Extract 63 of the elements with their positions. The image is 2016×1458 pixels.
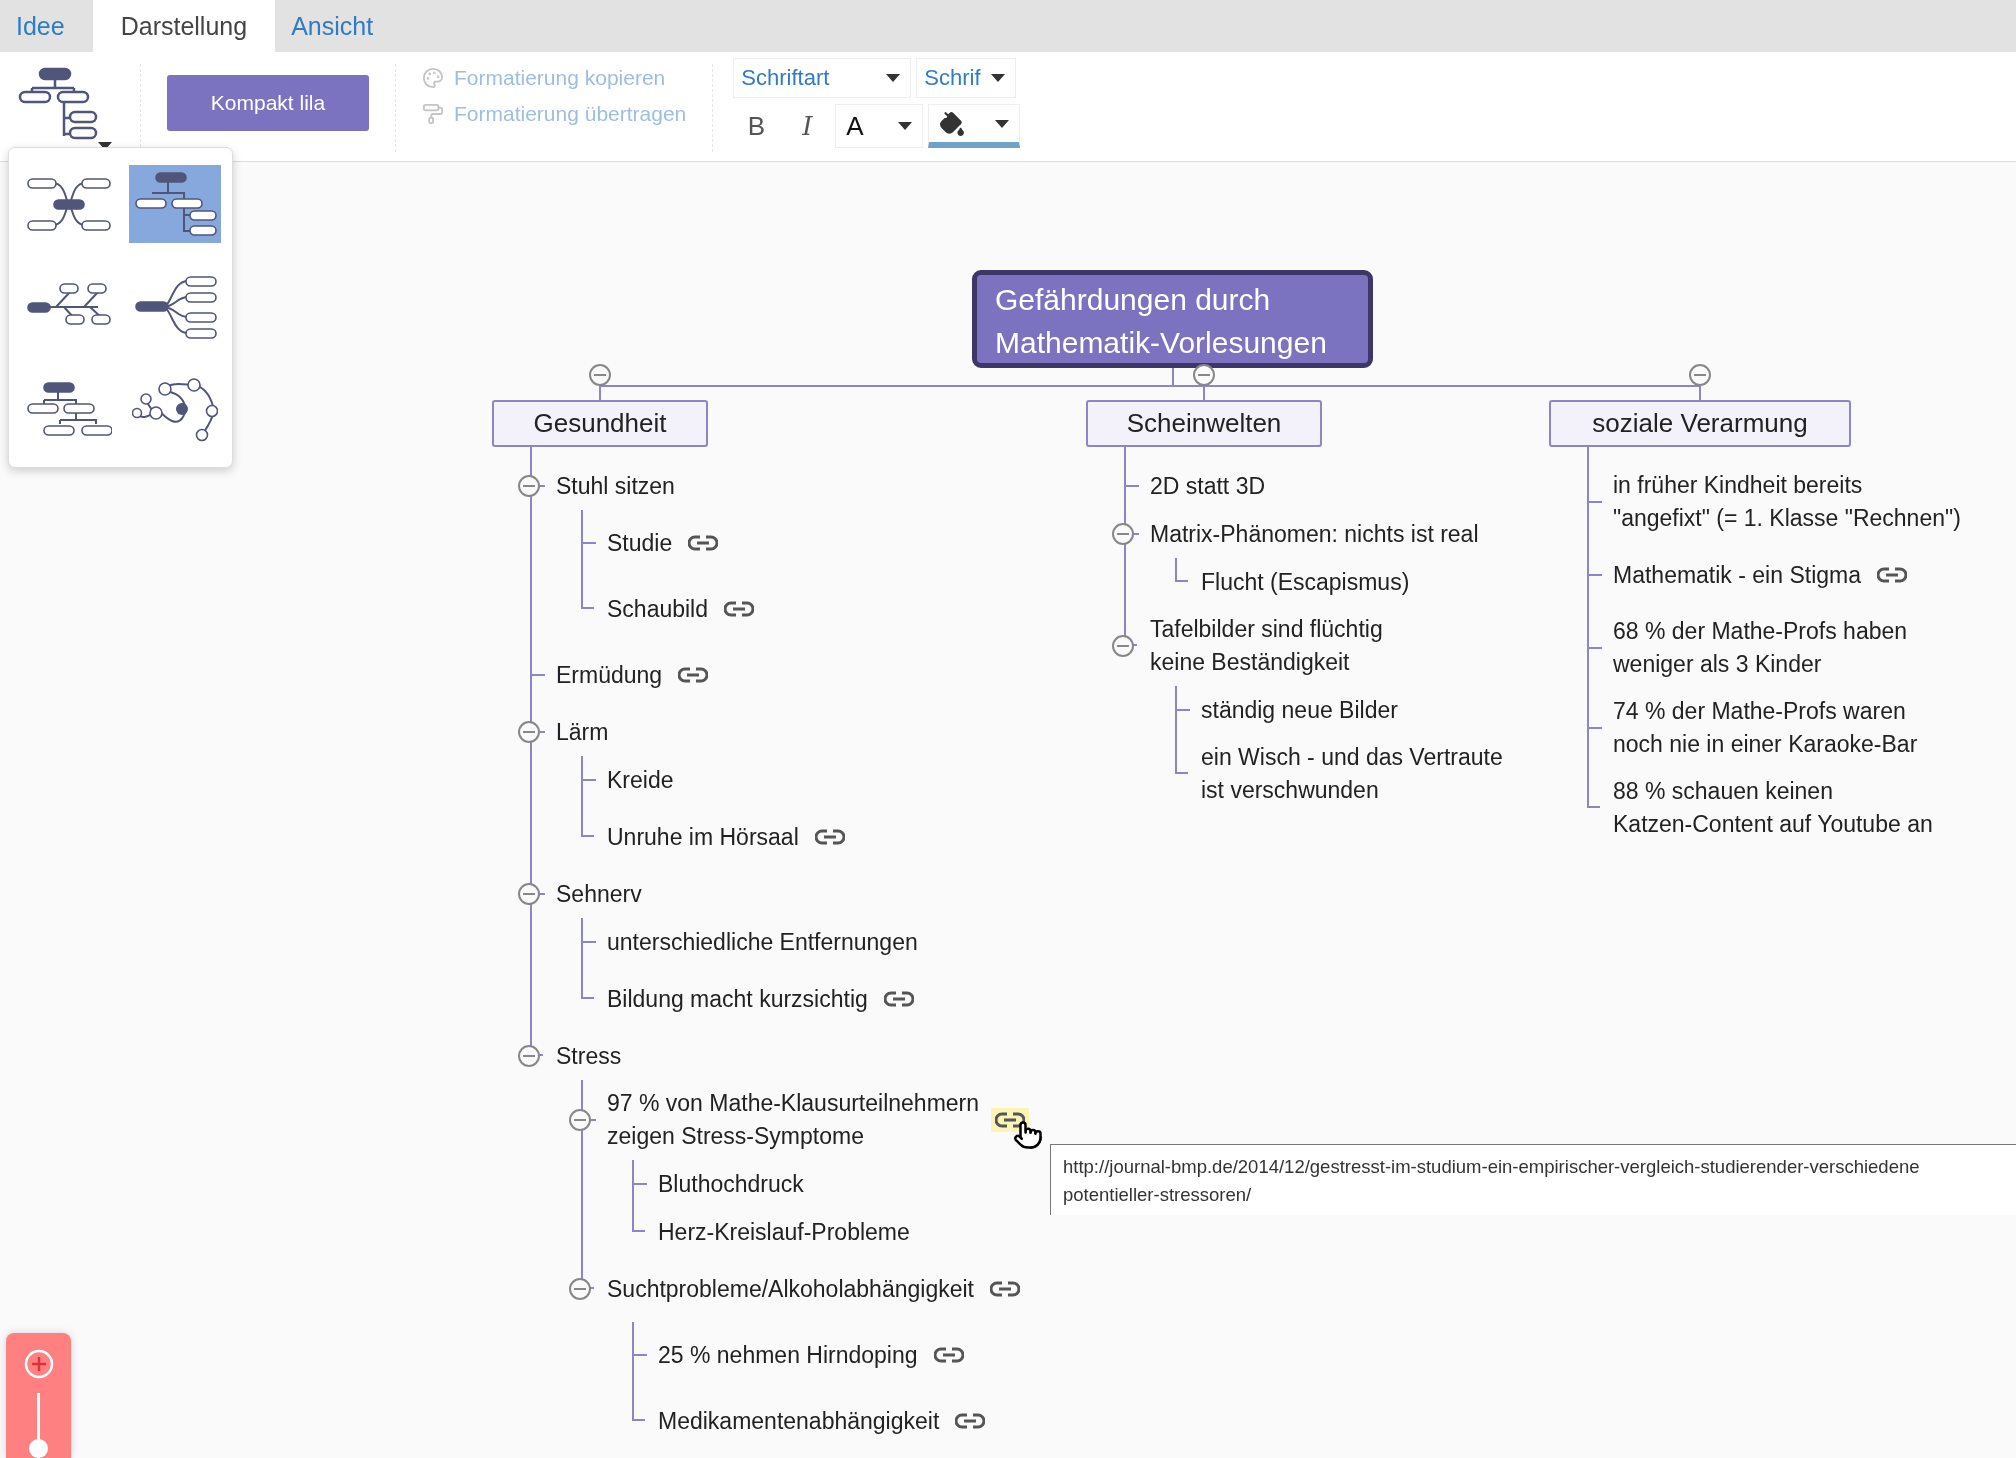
zoom-slider-thumb[interactable] xyxy=(29,1439,48,1458)
node-text[interactable]: Matrix-Phänomen: nichts ist real xyxy=(1150,517,1479,551)
branch-node[interactable]: soziale Verarmung xyxy=(1549,400,1851,447)
node-text[interactable]: 97 % von Mathe-Klausurteilnehmern zeigen Stress-Symptome xyxy=(607,1087,980,1153)
tab[interactable]: Darstellung xyxy=(92,0,276,52)
node-text[interactable]: unterschiedliche Entfernungen xyxy=(607,925,918,959)
font-size-select[interactable]: Schrif xyxy=(916,58,1017,98)
node-text[interactable]: Suchtprobleme/Alkoholabhängigkeit xyxy=(607,1272,974,1306)
palette-icon xyxy=(422,67,444,89)
link-icon[interactable] xyxy=(991,1108,1030,1132)
node-text[interactable]: Flucht (Escapismus) xyxy=(1201,565,1410,599)
node-text[interactable]: Stress xyxy=(556,1039,622,1073)
collapse-toggle[interactable] xyxy=(569,1109,591,1131)
font-family-select[interactable]: Schriftart xyxy=(733,58,912,98)
node-text[interactable]: in früher Kindheit bereits "angefixt" (= 1. Klasse "Rechnen") xyxy=(1613,469,1961,535)
node-text[interactable]: ständig neue Bilder xyxy=(1201,693,1398,727)
node-text[interactable]: Schaubild xyxy=(607,592,709,626)
collapse-toggle[interactable] xyxy=(518,1045,540,1067)
collapse-toggle[interactable] xyxy=(1112,635,1134,657)
collapse-toggle[interactable] xyxy=(1689,364,1711,386)
tooltip-text: http://journal-bmp.de/2014/12/gestresst-im-studium-ein-empirischer-vergleich-studierender-verschiedene xyxy=(1063,1155,1921,1179)
tooltip-text: potentieller-stressoren/ xyxy=(1063,1183,1253,1207)
italic-button[interactable]: I xyxy=(784,104,831,148)
paint-roller-icon xyxy=(422,103,444,125)
node-text[interactable]: 25 % nehmen Hirndoping xyxy=(658,1338,918,1372)
node-text[interactable]: Kreide xyxy=(607,763,674,797)
node-text[interactable]: 88 % schauen keinen Katzen-Content auf Youtube an xyxy=(1613,775,1933,841)
node-text[interactable]: Sehnerv xyxy=(556,877,642,911)
node-text[interactable]: 68 % der Mathe-Profs haben weniger als 3 Kinder xyxy=(1613,615,1908,681)
fill-color-button[interactable] xyxy=(928,104,1021,148)
node-text[interactable]: Herz-Kreislauf-Probleme xyxy=(658,1215,910,1249)
collapse-toggle[interactable] xyxy=(518,883,540,905)
connector-line xyxy=(1175,558,1188,582)
collapse-toggle[interactable] xyxy=(569,1278,591,1300)
collapse-toggle[interactable] xyxy=(1112,523,1134,545)
node-text[interactable]: Bildung macht kurzsichtig xyxy=(607,982,868,1016)
node-text[interactable]: Bluthochdruck xyxy=(658,1167,804,1201)
node-text[interactable]: Unruhe im Hörsaal xyxy=(607,820,799,854)
tree-layout-icon xyxy=(18,66,98,142)
node-text[interactable]: 74 % der Mathe-Profs waren noch nie in einer Karaoke-Bar xyxy=(1613,695,1918,761)
branch-node[interactable]: Scheinwelten xyxy=(1086,400,1322,447)
node-text[interactable]: Mathematik - ein Stigma xyxy=(1613,558,1861,592)
collapse-toggle[interactable] xyxy=(518,475,540,497)
node-text[interactable]: 2D statt 3D xyxy=(1150,469,1266,503)
node-text[interactable]: ein Wisch - und das Vertraute ist verschwunden xyxy=(1201,741,1503,807)
layout-option[interactable] xyxy=(129,165,221,243)
node-text[interactable]: Stuhl sitzen xyxy=(556,469,675,503)
node-text[interactable]: Medikamentenabhängigkeit xyxy=(658,1404,940,1438)
node-text[interactable]: Tafelbilder sind flüchtig keine Beständigkeit xyxy=(1150,613,1383,679)
collapse-toggle[interactable] xyxy=(589,364,611,386)
bold-button[interactable]: B xyxy=(733,104,780,148)
text-color-button[interactable]: A xyxy=(835,104,924,148)
collapse-toggle[interactable] xyxy=(518,721,540,743)
zoom-in-button[interactable] xyxy=(23,1349,54,1379)
theme-button[interactable]: Kompakt lila xyxy=(167,75,369,131)
hand-cursor-icon xyxy=(1013,1120,1044,1150)
root-node[interactable]: Gefährdungen durch Mathematik-Vorlesungen xyxy=(972,270,1373,368)
node-text[interactable]: Ermüdung xyxy=(556,658,663,692)
branch-node[interactable]: Gesundheit xyxy=(492,400,708,447)
collapse-toggle[interactable] xyxy=(1193,364,1215,386)
node-text[interactable]: Lärm xyxy=(556,715,609,749)
paint-bucket-icon xyxy=(939,110,966,137)
node-text[interactable]: Studie xyxy=(607,526,673,560)
